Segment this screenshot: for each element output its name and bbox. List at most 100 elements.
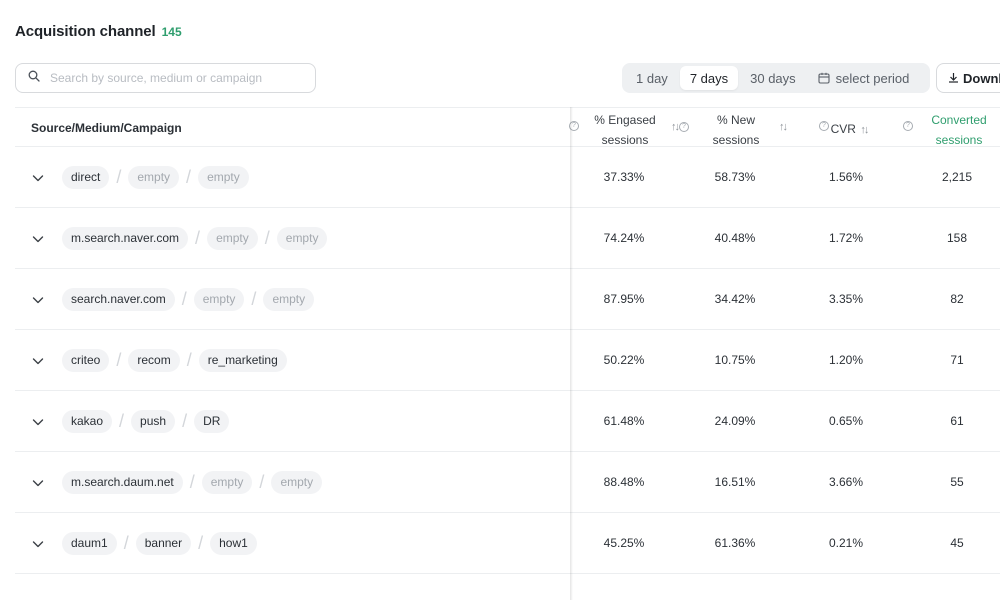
converted-sessions-cell: 61 bbox=[950, 414, 964, 428]
cvr-header[interactable]: CVR ↑↓ bbox=[814, 119, 884, 140]
sort-info-icon[interactable]: ↑↓? bbox=[671, 121, 689, 133]
source-medium-campaign-chips: kakao / push / DR bbox=[62, 410, 230, 433]
chevron-down-icon[interactable] bbox=[31, 537, 45, 551]
table-row[interactable]: daum1 / banner / how1 45.25% 61.36% 0.21% 45 bbox=[15, 513, 1000, 574]
header-line: % New bbox=[716, 113, 755, 127]
converted-sessions-header[interactable]: Converted sessions bbox=[919, 110, 999, 150]
campaign-chip[interactable]: re_marketing bbox=[198, 349, 287, 372]
separator: / bbox=[195, 228, 201, 248]
medium-chip[interactable]: recom bbox=[128, 349, 180, 372]
medium-chip[interactable]: empty bbox=[193, 288, 245, 311]
source-chip[interactable]: daum1 bbox=[62, 532, 117, 555]
medium-chip[interactable]: push bbox=[131, 410, 176, 433]
new-sessions-cell: 10.75% bbox=[714, 353, 756, 367]
separator: / bbox=[182, 411, 188, 431]
search-input[interactable] bbox=[50, 71, 300, 85]
chevron-down-icon[interactable] bbox=[31, 415, 45, 429]
converted-sessions-cell: 158 bbox=[946, 231, 968, 245]
page-title: Acquisition channel bbox=[15, 23, 156, 40]
source-chip[interactable]: m.search.naver.com bbox=[62, 227, 189, 250]
source-chip[interactable]: criteo bbox=[62, 349, 110, 372]
new-sessions-header[interactable]: % New sessions bbox=[696, 110, 776, 150]
separator: / bbox=[181, 289, 187, 309]
sort-icon[interactable]: ↑↓ bbox=[779, 121, 788, 133]
engaged-sessions-cell: 88.48% bbox=[603, 475, 645, 489]
table-row[interactable]: direct / empty / empty 37.33% 58.73% 1.56% 2,215 bbox=[15, 147, 1000, 208]
separator: / bbox=[123, 533, 129, 553]
new-sessions-cell: 61.36% bbox=[714, 536, 756, 550]
separator: / bbox=[116, 350, 122, 370]
cvr-cell: 1.20% bbox=[828, 353, 864, 367]
period-select-custom[interactable]: select period bbox=[808, 66, 920, 90]
chevron-down-icon[interactable] bbox=[31, 354, 45, 368]
medium-chip[interactable]: empty bbox=[207, 227, 258, 250]
cvr-cell: 0.21% bbox=[828, 536, 864, 550]
table-row[interactable]: m.search.daum.net / empty / empty 88.48% 16.51… bbox=[15, 452, 1000, 513]
converted-sessions-cell: 82 bbox=[950, 292, 964, 306]
table-header: Source/Medium/Campaign ? % Engased sessi… bbox=[15, 107, 1000, 147]
source-medium-campaign-header: Source/Medium/Campaign bbox=[31, 121, 182, 135]
table-row[interactable]: search.naver.com / empty / empty 87.95% 34.42%… bbox=[15, 269, 1000, 330]
new-sessions-cell: 24.09% bbox=[714, 414, 756, 428]
table-row[interactable]: criteo / recom / re_marketing 50.22% 10.75% 1.2… bbox=[15, 330, 1000, 391]
medium-chip[interactable]: empty bbox=[128, 166, 180, 189]
info-icon[interactable]: ? bbox=[903, 121, 913, 131]
search-box[interactable] bbox=[15, 63, 316, 93]
source-chip[interactable]: direct bbox=[62, 166, 110, 189]
period-label: 30 days bbox=[750, 70, 796, 86]
medium-chip[interactable]: banner bbox=[135, 532, 192, 555]
separator: / bbox=[198, 533, 204, 553]
chevron-down-icon[interactable] bbox=[31, 293, 45, 307]
source-medium-campaign-chips: m.search.daum.net / empty / empty bbox=[62, 471, 323, 494]
chevron-down-icon[interactable] bbox=[31, 476, 45, 490]
separator: / bbox=[251, 289, 257, 309]
source-medium-campaign-chips: direct / empty / empty bbox=[62, 166, 249, 189]
source-chip[interactable]: m.search.daum.net bbox=[62, 471, 183, 494]
campaign-chip[interactable]: empty bbox=[271, 471, 323, 494]
medium-chip[interactable]: empty bbox=[201, 471, 253, 494]
header-line: % Engased bbox=[594, 113, 656, 127]
engaged-sessions-header[interactable]: % Engased sessions bbox=[585, 110, 665, 150]
campaign-chip[interactable]: DR bbox=[194, 410, 230, 433]
campaign-chip[interactable]: empty bbox=[263, 288, 315, 311]
campaign-chip[interactable]: how1 bbox=[210, 532, 257, 555]
chevron-down-icon[interactable] bbox=[31, 232, 45, 246]
separator: / bbox=[186, 350, 192, 370]
campaign-chip[interactable]: empty bbox=[198, 166, 249, 189]
table-body: direct / empty / empty 37.33% 58.73% 1.56% 2,215… bbox=[15, 147, 1000, 574]
new-sessions-cell: 16.51% bbox=[714, 475, 756, 489]
frozen-column-divider bbox=[570, 107, 573, 600]
sort-icon[interactable]: ↑↓ bbox=[859, 124, 869, 136]
search-icon bbox=[28, 69, 40, 87]
period-label: select period bbox=[835, 70, 910, 86]
download-icon bbox=[948, 71, 959, 86]
table-row[interactable]: m.search.naver.com / empty / empty 74.24% 40.4… bbox=[15, 208, 1000, 269]
converted-sessions-cell: 2,215 bbox=[941, 170, 973, 184]
engaged-sessions-cell: 74.24% bbox=[603, 231, 645, 245]
converted-sessions-cell: 71 bbox=[950, 353, 964, 367]
table-row[interactable]: kakao / push / DR 61.48% 24.09% 0.65% 61 bbox=[15, 391, 1000, 452]
period-7-days[interactable]: 7 days bbox=[679, 66, 739, 90]
header-line: Converted bbox=[931, 113, 987, 127]
period-1-day[interactable]: 1 day bbox=[626, 66, 678, 90]
engaged-sessions-cell: 50.22% bbox=[603, 353, 645, 367]
download-button[interactable]: Downl bbox=[936, 63, 1000, 93]
engaged-sessions-cell: 45.25% bbox=[603, 536, 645, 550]
cvr-cell: 1.72% bbox=[828, 231, 864, 245]
acquisition-channel-page: Acquisition channel 145 1 day 7 days 30 … bbox=[0, 0, 1000, 600]
separator: / bbox=[259, 472, 265, 492]
separator: / bbox=[189, 472, 195, 492]
cvr-cell: 3.66% bbox=[828, 475, 864, 489]
period-label: 7 days bbox=[689, 70, 729, 86]
converted-sessions-cell: 55 bbox=[950, 475, 964, 489]
separator: / bbox=[186, 167, 192, 187]
period-30-days[interactable]: 30 days bbox=[740, 66, 806, 90]
chevron-down-icon[interactable] bbox=[31, 171, 45, 185]
source-chip[interactable]: kakao bbox=[62, 410, 113, 433]
source-chip[interactable]: search.naver.com bbox=[62, 288, 175, 311]
source-medium-campaign-chips: m.search.naver.com / empty / empty bbox=[62, 227, 328, 250]
header-line: CVR bbox=[830, 122, 856, 136]
new-sessions-cell: 58.73% bbox=[714, 170, 756, 184]
source-medium-campaign-chips: criteo / recom / re_marketing bbox=[62, 349, 287, 372]
campaign-chip[interactable]: empty bbox=[276, 227, 328, 250]
